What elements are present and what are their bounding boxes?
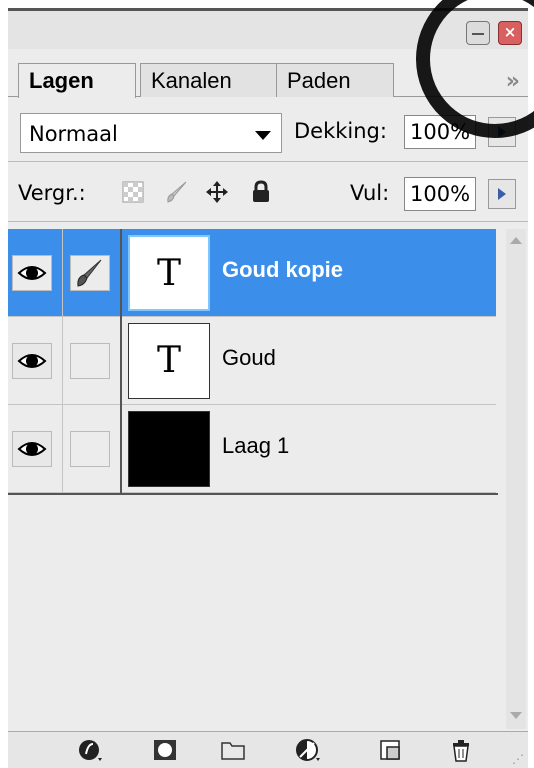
blend-mode-select[interactable]: Normaal — [20, 113, 282, 153]
blend-opacity-row: Normaal Dekking: 100% — [8, 109, 528, 155]
opacity-label: Dekking: — [294, 119, 387, 143]
lock-all-icon[interactable] — [248, 179, 274, 205]
layer-row-laag-1[interactable]: Laag 1 — [8, 405, 496, 493]
lock-label: Vergr.: — [18, 181, 86, 205]
panel-titlebar: × — [8, 11, 528, 49]
lock-brush-icon[interactable] — [164, 179, 190, 205]
brush-icon — [77, 259, 102, 287]
divider — [8, 161, 528, 162]
layer-row-goud-kopie[interactable]: T Goud kopie — [8, 229, 496, 317]
new-layer-icon[interactable] — [378, 738, 404, 762]
eye-icon — [17, 442, 47, 456]
tab-kanalen[interactable]: Kanalen — [140, 63, 282, 97]
layer-thumbnail-text: T — [128, 323, 210, 399]
visibility-toggle[interactable] — [12, 255, 52, 291]
column-divider — [62, 229, 63, 316]
layer-thumbnail-text: T — [128, 235, 210, 311]
lock-move-icon[interactable] — [204, 179, 230, 205]
chevron-down-icon — [255, 131, 271, 140]
layers-panel: × Lagen Kanalen Paden » Normaal Dekking:… — [8, 8, 528, 768]
layer-name: Goud kopie — [222, 257, 343, 282]
close-button[interactable]: × — [498, 21, 522, 45]
thumbnail-column-line — [120, 229, 122, 495]
tab-bar: Lagen Kanalen Paden » — [8, 51, 528, 98]
layer-name: Laag 1 — [222, 433, 290, 458]
column-divider — [62, 405, 63, 492]
link-toggle[interactable] — [70, 343, 110, 379]
layer-row-goud[interactable]: T Goud — [8, 317, 496, 405]
link-toggle[interactable] — [70, 431, 110, 467]
fill-label: Vul: — [350, 181, 390, 205]
panel-menu-arrow-icon[interactable]: » — [506, 69, 520, 94]
layer-thumbnail-fill — [128, 411, 210, 487]
eye-icon — [17, 354, 47, 368]
column-divider — [62, 317, 63, 404]
scroll-down-icon[interactable] — [510, 712, 522, 719]
layer-mask-icon[interactable] — [152, 738, 178, 762]
layer-name: Goud — [222, 345, 276, 370]
visibility-toggle[interactable] — [12, 343, 52, 379]
link-toggle[interactable] — [70, 255, 110, 291]
minimize-button[interactable] — [466, 21, 490, 45]
link-effects-icon[interactable] — [78, 738, 104, 762]
bottom-toolbar: ⋰ — [8, 731, 528, 768]
scroll-up-icon[interactable] — [510, 237, 522, 244]
adjustment-layer-icon[interactable] — [296, 738, 322, 762]
trash-icon[interactable] — [448, 738, 474, 762]
eye-icon — [17, 266, 47, 280]
folder-icon[interactable] — [220, 738, 246, 762]
lock-transparent-icon[interactable] — [120, 179, 146, 205]
fill-slider-button[interactable] — [488, 179, 516, 209]
layer-list-end — [8, 493, 498, 495]
opacity-field[interactable]: 100% — [404, 115, 476, 149]
opacity-slider-button[interactable] — [488, 117, 516, 147]
lock-fill-row: Vergr.: Vul: 100% — [8, 169, 528, 217]
visibility-toggle[interactable] — [12, 431, 52, 467]
divider — [8, 221, 528, 222]
tab-lagen[interactable]: Lagen — [18, 63, 136, 98]
layer-list: T Goud kopie T Goud Laag 1 — [8, 229, 508, 729]
scrollbar[interactable] — [506, 229, 526, 729]
tab-paden[interactable]: Paden — [276, 63, 394, 97]
fill-field[interactable]: 100% — [404, 177, 476, 211]
blend-mode-value: Normaal — [29, 122, 118, 146]
